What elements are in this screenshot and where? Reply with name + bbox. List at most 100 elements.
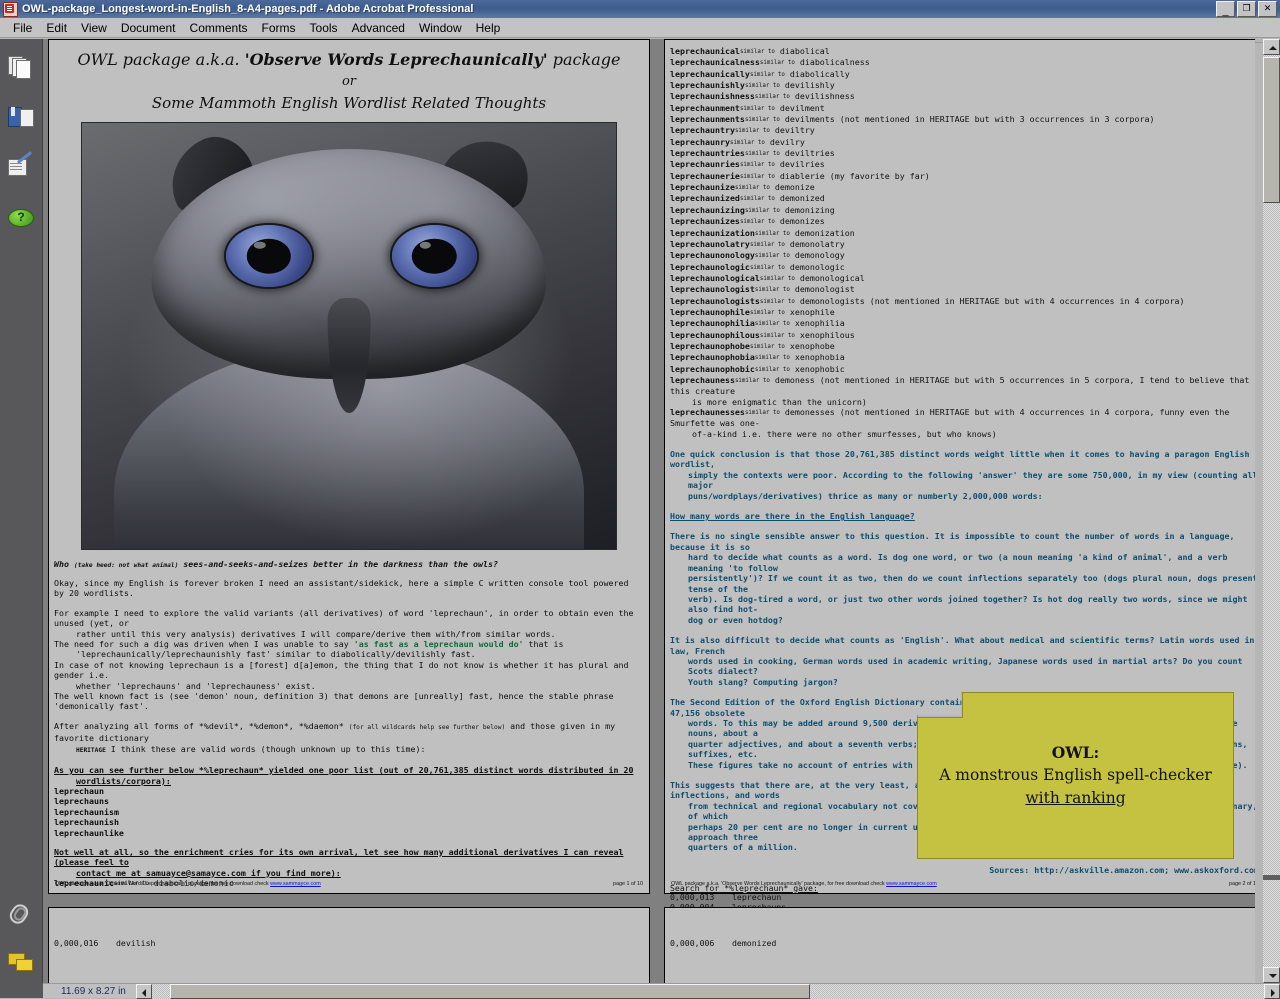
match: demonized	[779, 193, 825, 204]
scroll-up-button[interactable]	[1263, 39, 1280, 55]
list-item-long: leprechaunessessimilar to demonesses (no…	[670, 407, 1255, 439]
menu-help[interactable]: Help	[469, 19, 508, 37]
word: leprechaunonology	[670, 250, 755, 261]
sim-label: similar to	[749, 264, 785, 271]
menu-window[interactable]: Window	[412, 19, 469, 37]
footer-label: OWL package a.k.a. 'Observe Words Leprec…	[55, 881, 271, 887]
comments-icon[interactable]	[8, 951, 34, 977]
close-icon: ✕	[1263, 3, 1272, 13]
page1-title-line1: OWL package a.k.a. 'Observe Words Leprec…	[49, 50, 649, 69]
list-item-long: leprechaunesssimilar to demoness (not me…	[670, 375, 1255, 407]
menu-document[interactable]: Document	[114, 19, 183, 37]
note-line-3: with ranking	[1025, 789, 1126, 807]
title-suffix: package	[547, 50, 621, 69]
para3-line2: 'leprechaunically/leprechaunishly fast' …	[76, 649, 476, 660]
footer-link[interactable]: www.sammayce.com	[886, 881, 937, 887]
scroll-down-button[interactable]	[1263, 967, 1280, 983]
list-item: leprechauntriessimilar to deviltries	[670, 148, 1255, 159]
list-item: leprechauntrysimilar to deviltry	[670, 125, 1255, 136]
word: leprechaunophilia	[670, 318, 755, 329]
vertical-scroll-thumb[interactable]	[1263, 57, 1280, 203]
menu-tools[interactable]: Tools	[303, 19, 345, 37]
pdf-page-1: OWL package a.k.a. 'Observe Words Leprec…	[48, 39, 650, 894]
sim-label: similar to	[744, 207, 780, 214]
match: demonologic	[789, 261, 845, 272]
list-item: leprechaunologicalsimilar to demonologic…	[670, 273, 1255, 284]
horizontal-scrollbar[interactable]	[135, 983, 1280, 999]
close-button[interactable]: ✕	[1258, 1, 1277, 17]
list-item: leprechaunmentssimilar to devilments (no…	[670, 114, 1255, 125]
word: leprechaunologist	[670, 284, 755, 295]
sim-label: similar to	[759, 275, 795, 282]
para6-line1a: After analyzing all forms of *%devil*, *…	[54, 720, 349, 731]
caption-part-b: sees-and-seeks-and-seizes better in the …	[178, 559, 498, 569]
title-bar: OWL-package_Longest-word-in-English_8-A4…	[0, 0, 1280, 18]
scroll-right-button[interactable]	[1264, 983, 1280, 999]
attachments-icon[interactable]	[6, 901, 34, 927]
list-item: leprechaunophobicsimilar to xenophobic	[670, 364, 1255, 375]
restore-button[interactable]: ❐	[1237, 1, 1256, 17]
status-bar: 11.69 x 8.27 in	[43, 983, 1280, 999]
page1-heading-2: Not well at all, so the enrichment cries…	[54, 847, 643, 878]
sim-label: similar to	[759, 60, 795, 67]
a1-line2: hard to decide what counts as a word. Is…	[688, 552, 1228, 573]
a2-line1: It is also difficult to decide what coun…	[670, 635, 1255, 656]
sticky-note-annotation[interactable]: OWL: A monstrous English spell-checker w…	[917, 692, 1234, 859]
window-controls: _ ❐ ✕	[1216, 1, 1280, 17]
page1-footer-text: OWL package a.k.a. 'Observe Words Leprec…	[55, 881, 321, 887]
page1-heading-1: As you can see further below *%leprechau…	[54, 765, 643, 786]
page1-page-number: page 1 of 10	[613, 881, 643, 887]
match: xenophile	[789, 306, 835, 317]
para3-highlight: 'as fast as a leprechaun would do'	[353, 639, 524, 650]
match: xenophilous	[799, 329, 855, 340]
page1-caption: Who (take heed: not what animal) sees-an…	[54, 559, 649, 569]
how-to-icon[interactable]: ?	[8, 204, 34, 230]
word: leprechauntry	[670, 125, 735, 136]
page2-footer: OWL package a.k.a. 'Observe Words Leprec…	[671, 881, 1255, 887]
menu-file[interactable]: File	[6, 19, 39, 37]
para6-line2: I think these are valid words (though un…	[105, 743, 426, 754]
horizontal-scroll-thumb[interactable]	[169, 983, 810, 999]
heading2-line1: Not well at all, so the enrichment cries…	[54, 846, 624, 868]
a1-line3: persistently')? If we count it as two, t…	[688, 573, 1255, 594]
minimize-button[interactable]: _	[1216, 1, 1235, 17]
question-heading: How many words are there in the English …	[670, 511, 915, 522]
word: leprechaunological	[670, 272, 760, 283]
signatures-icon[interactable]	[8, 151, 34, 180]
match: demonological	[799, 272, 865, 283]
footer-link[interactable]: www.sammayce.com	[270, 881, 321, 887]
a1-line4: verb). Is dog-tired a word, or just two …	[688, 593, 1248, 615]
match: demonization	[794, 227, 855, 238]
vertical-scrollbar[interactable]	[1263, 39, 1280, 983]
match: devilishness	[794, 91, 855, 102]
owl-pupil-right	[412, 238, 457, 274]
menu-comments[interactable]: Comments	[183, 19, 255, 37]
menu-forms[interactable]: Forms	[255, 19, 303, 37]
para3-line1b: that is	[523, 639, 564, 650]
statusbar-left-filler	[0, 983, 43, 998]
scroll-left-button[interactable]	[135, 983, 152, 999]
sim-label: similar to	[734, 128, 770, 135]
menu-view[interactable]: View	[74, 19, 114, 37]
a1-line5: dog or even hotdog?	[688, 614, 783, 625]
pages-icon[interactable]	[8, 54, 34, 80]
list-item: leprechaun	[54, 785, 104, 796]
word: leprechaunry	[670, 136, 730, 147]
concl-line1: One quick conclusion is that those 20,76…	[670, 449, 1250, 470]
sim-label: similar to	[729, 139, 765, 146]
page1-para-5: The well known fact is (see 'demon' noun…	[54, 691, 614, 712]
menu-advanced[interactable]: Advanced	[345, 19, 412, 37]
document-area[interactable]: OWL package a.k.a. 'Observe Words Leprec…	[43, 39, 1255, 983]
bookmarks-icon[interactable]	[8, 104, 34, 130]
heading2-line2: contact me at samuayce@samayce.com if yo…	[76, 867, 341, 878]
list-item: leprechaunizingsimilar to demonizing	[670, 205, 1255, 216]
word: leprechaunments	[670, 114, 745, 125]
sim-label: similar to	[739, 105, 775, 112]
list-item: leprechaunophobiasimilar to xenophobia	[670, 352, 1255, 363]
menu-edit[interactable]: Edit	[39, 19, 74, 37]
page1-para-6: After analyzing all forms of *%devil*, *…	[54, 721, 643, 756]
word: leprechaunerie	[670, 170, 740, 181]
page1-para-2: For example I need to explore the valid …	[54, 608, 643, 639]
page1-para-1: Okay, since my English is forever broken…	[54, 578, 629, 599]
list-item: leprechaunizedsimilar to demonized	[670, 193, 1255, 204]
